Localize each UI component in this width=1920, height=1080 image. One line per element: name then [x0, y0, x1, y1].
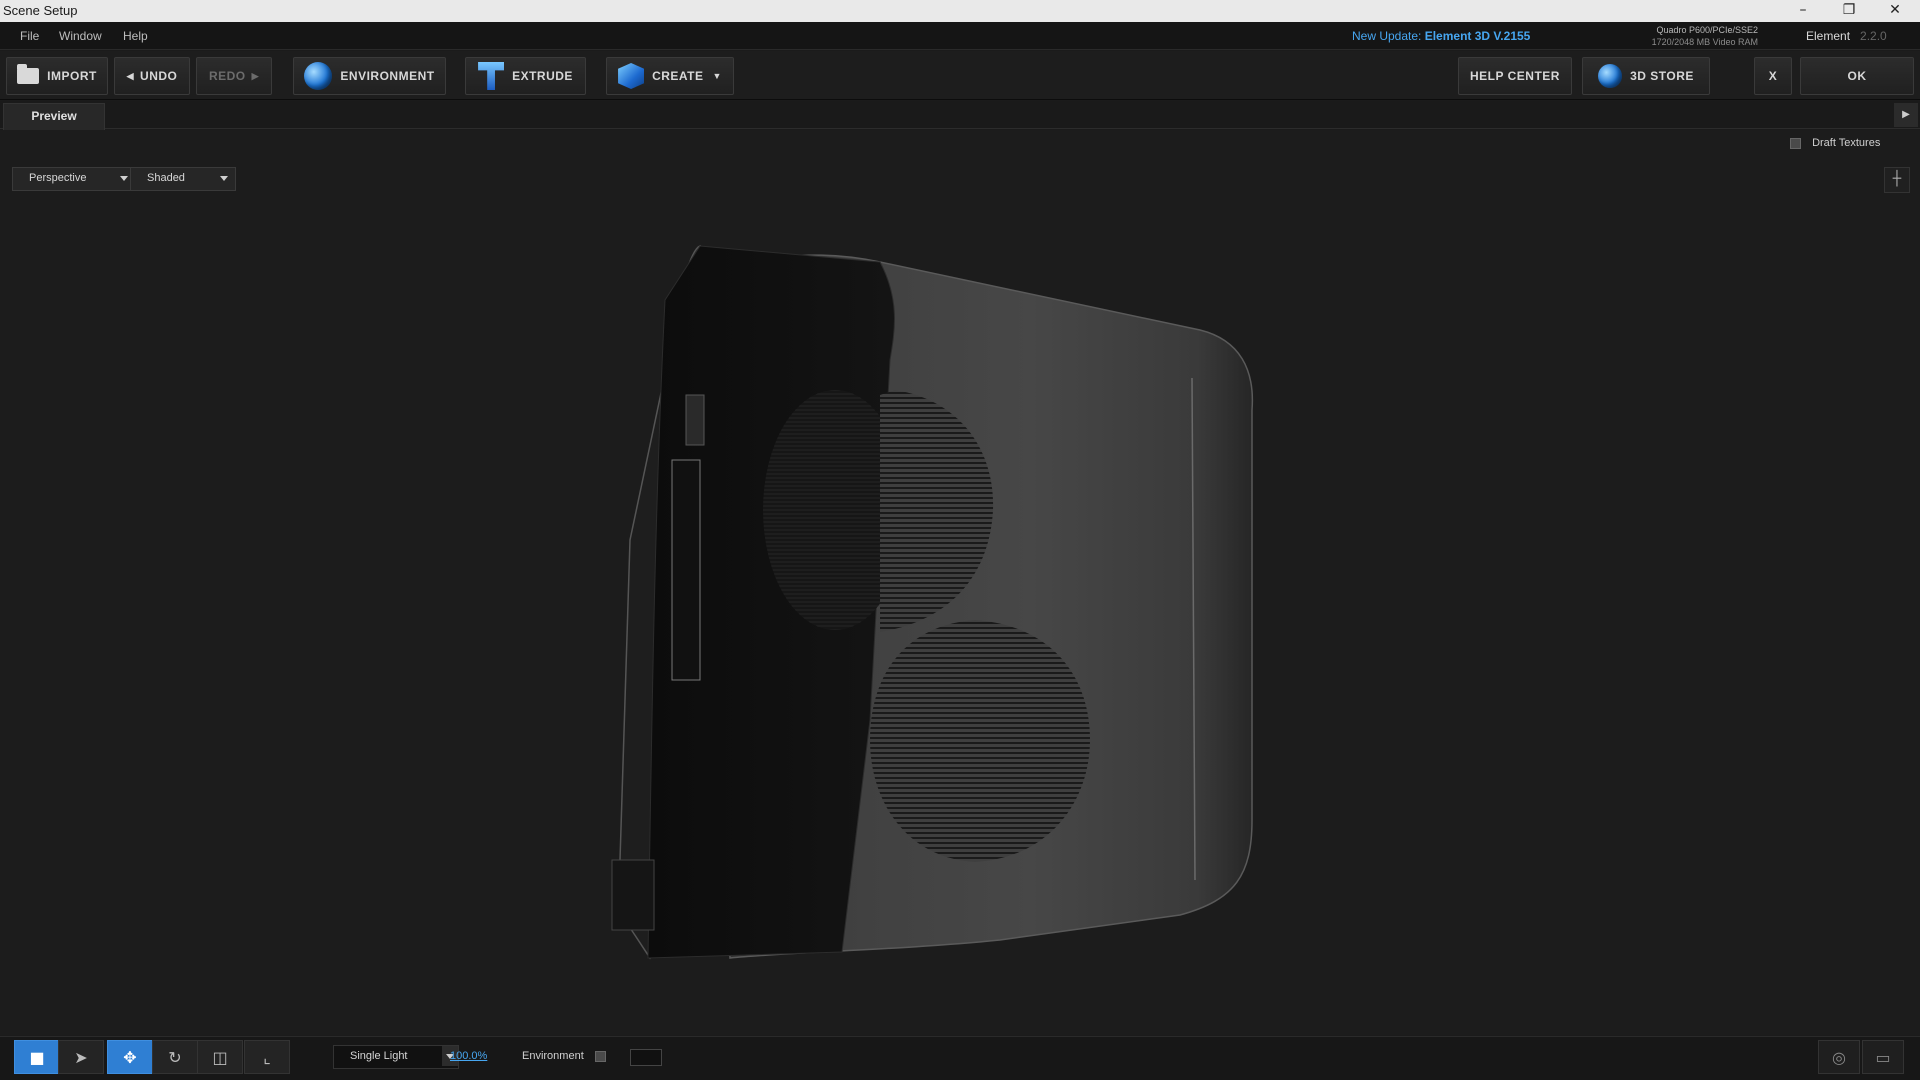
cancel-label: X — [1768, 69, 1778, 83]
target-icon: ◎ — [1832, 1047, 1846, 1067]
move-tool[interactable]: ✥ — [107, 1040, 153, 1074]
lighting-value: Single Light — [350, 1050, 408, 1062]
lighting-dropdown[interactable]: Single Light — [333, 1045, 459, 1069]
undo-button[interactable]: ◀ UNDO — [114, 57, 190, 95]
camera-view-value: Perspective — [29, 172, 87, 184]
monitor-icon: ▭ — [1875, 1047, 1891, 1067]
camera-tool[interactable]: ■ — [14, 1040, 60, 1074]
cube-icon — [618, 63, 645, 89]
rotate-tool[interactable]: ↻ — [152, 1040, 198, 1074]
axis-icon: ⌞ — [263, 1047, 271, 1067]
title-bar: Scene Setup – ❐ ✕ — [0, 0, 1920, 22]
window-title: Scene Setup — [3, 3, 78, 18]
environment-label: ENVIRONMENT — [340, 69, 435, 83]
extrude-label: EXTRUDE — [512, 69, 573, 83]
environment-button[interactable]: ENVIRONMENT — [293, 57, 446, 95]
move-icon: ✥ — [123, 1047, 137, 1067]
render-mode-dropdown[interactable]: Shaded — [130, 167, 236, 191]
maximize-viewport-icon[interactable]: ┼ — [1884, 167, 1910, 193]
help-center-label: HELP CENTER — [1470, 69, 1560, 83]
minimize-button[interactable]: – — [1780, 0, 1826, 22]
light-intensity-value[interactable]: 100.0% — [450, 1050, 487, 1062]
environment-swatch[interactable] — [630, 1049, 662, 1066]
redo-label: REDO — [208, 69, 246, 83]
redo-arrow-icon: ▶ — [251, 70, 260, 81]
undo-arrow-icon: ◀ — [126, 70, 135, 81]
import-label: IMPORT — [47, 69, 97, 83]
chevron-down-icon — [220, 176, 228, 181]
environment-toggle[interactable]: Environment — [522, 1050, 614, 1062]
rotate-icon: ↻ — [168, 1047, 182, 1067]
draft-textures-toggle[interactable]: Draft Textures — [1790, 137, 1880, 149]
select-tool[interactable]: ➤ — [58, 1040, 104, 1074]
draft-textures-checkbox[interactable] — [1790, 137, 1801, 149]
restore-button[interactable]: ❐ — [1826, 0, 1872, 22]
extrude-icon — [478, 62, 505, 90]
monitor-button[interactable]: ▭ — [1862, 1040, 1904, 1074]
extrude-button[interactable]: EXTRUDE — [465, 57, 586, 95]
create-button[interactable]: CREATE ▼ — [606, 57, 734, 95]
gpu-vram: 1720/2048 MB Video RAM — [1651, 37, 1758, 47]
camera-icon: ■ — [29, 1047, 45, 1067]
menu-file[interactable]: File — [20, 29, 39, 43]
gpu-name: Quadro P600/PCIe/SSE2 — [1656, 25, 1758, 35]
scale-icon: ◫ — [212, 1047, 228, 1067]
update-label: New Update: — [1352, 29, 1422, 43]
gpu-info: Quadro P600/PCIe/SSE2 1720/2048 MB Video… — [1640, 24, 1758, 48]
undo-label: UNDO — [140, 69, 178, 83]
import-button[interactable]: IMPORT — [6, 57, 108, 95]
menu-help[interactable]: Help — [123, 29, 148, 43]
speaker-model — [611, 244, 1254, 960]
render-mode-value: Shaded — [147, 172, 185, 184]
window-close-button[interactable]: ✕ — [1872, 0, 1918, 22]
create-label: CREATE — [652, 69, 704, 83]
update-notice[interactable]: New Update: Element 3D V.2155 — [1352, 29, 1530, 43]
plugin-info: Element 2.2.0 — [1806, 29, 1887, 43]
environment-label: Environment — [522, 1050, 584, 1062]
3d-store-button[interactable]: 3D STORE — [1582, 57, 1710, 95]
help-center-button[interactable]: HELP CENTER — [1458, 57, 1572, 95]
select-arrow-icon: ➤ — [74, 1047, 88, 1067]
target-button[interactable]: ◎ — [1818, 1040, 1860, 1074]
plugin-version: 2.2.0 — [1860, 29, 1887, 43]
cancel-button[interactable]: X — [1754, 57, 1792, 95]
menu-window[interactable]: Window — [59, 29, 102, 43]
camera-view-dropdown[interactable]: Perspective — [12, 167, 136, 191]
folder-icon — [17, 64, 40, 84]
axis-tool[interactable]: ⌞ — [244, 1040, 290, 1074]
chevron-down-icon: ▼ — [712, 71, 722, 81]
draft-textures-label: Draft Textures — [1812, 137, 1881, 149]
globe-icon — [304, 62, 333, 90]
redo-button[interactable]: REDO ▶ — [196, 57, 272, 95]
environment-checkbox[interactable] — [594, 1050, 606, 1062]
menu-bar: File Window Help New Update: Element 3D … — [0, 22, 1920, 50]
plugin-name: Element — [1806, 29, 1851, 43]
ok-button[interactable]: OK — [1800, 57, 1914, 95]
scale-tool[interactable]: ◫ — [197, 1040, 243, 1074]
preview-viewport[interactable]: Draft Textures Perspective Shaded ┼ — [0, 130, 1920, 1035]
update-version[interactable]: Element 3D V.2155 — [1425, 29, 1531, 43]
tab-strip: Preview ▶ — [0, 101, 1920, 130]
3d-store-label: 3D STORE — [1630, 69, 1694, 83]
expand-panel-icon[interactable]: ▶ — [1894, 103, 1918, 127]
globe-icon — [1598, 64, 1623, 88]
tab-preview[interactable]: Preview — [3, 103, 105, 130]
chevron-down-icon — [120, 176, 128, 181]
ok-label: OK — [1847, 69, 1867, 83]
